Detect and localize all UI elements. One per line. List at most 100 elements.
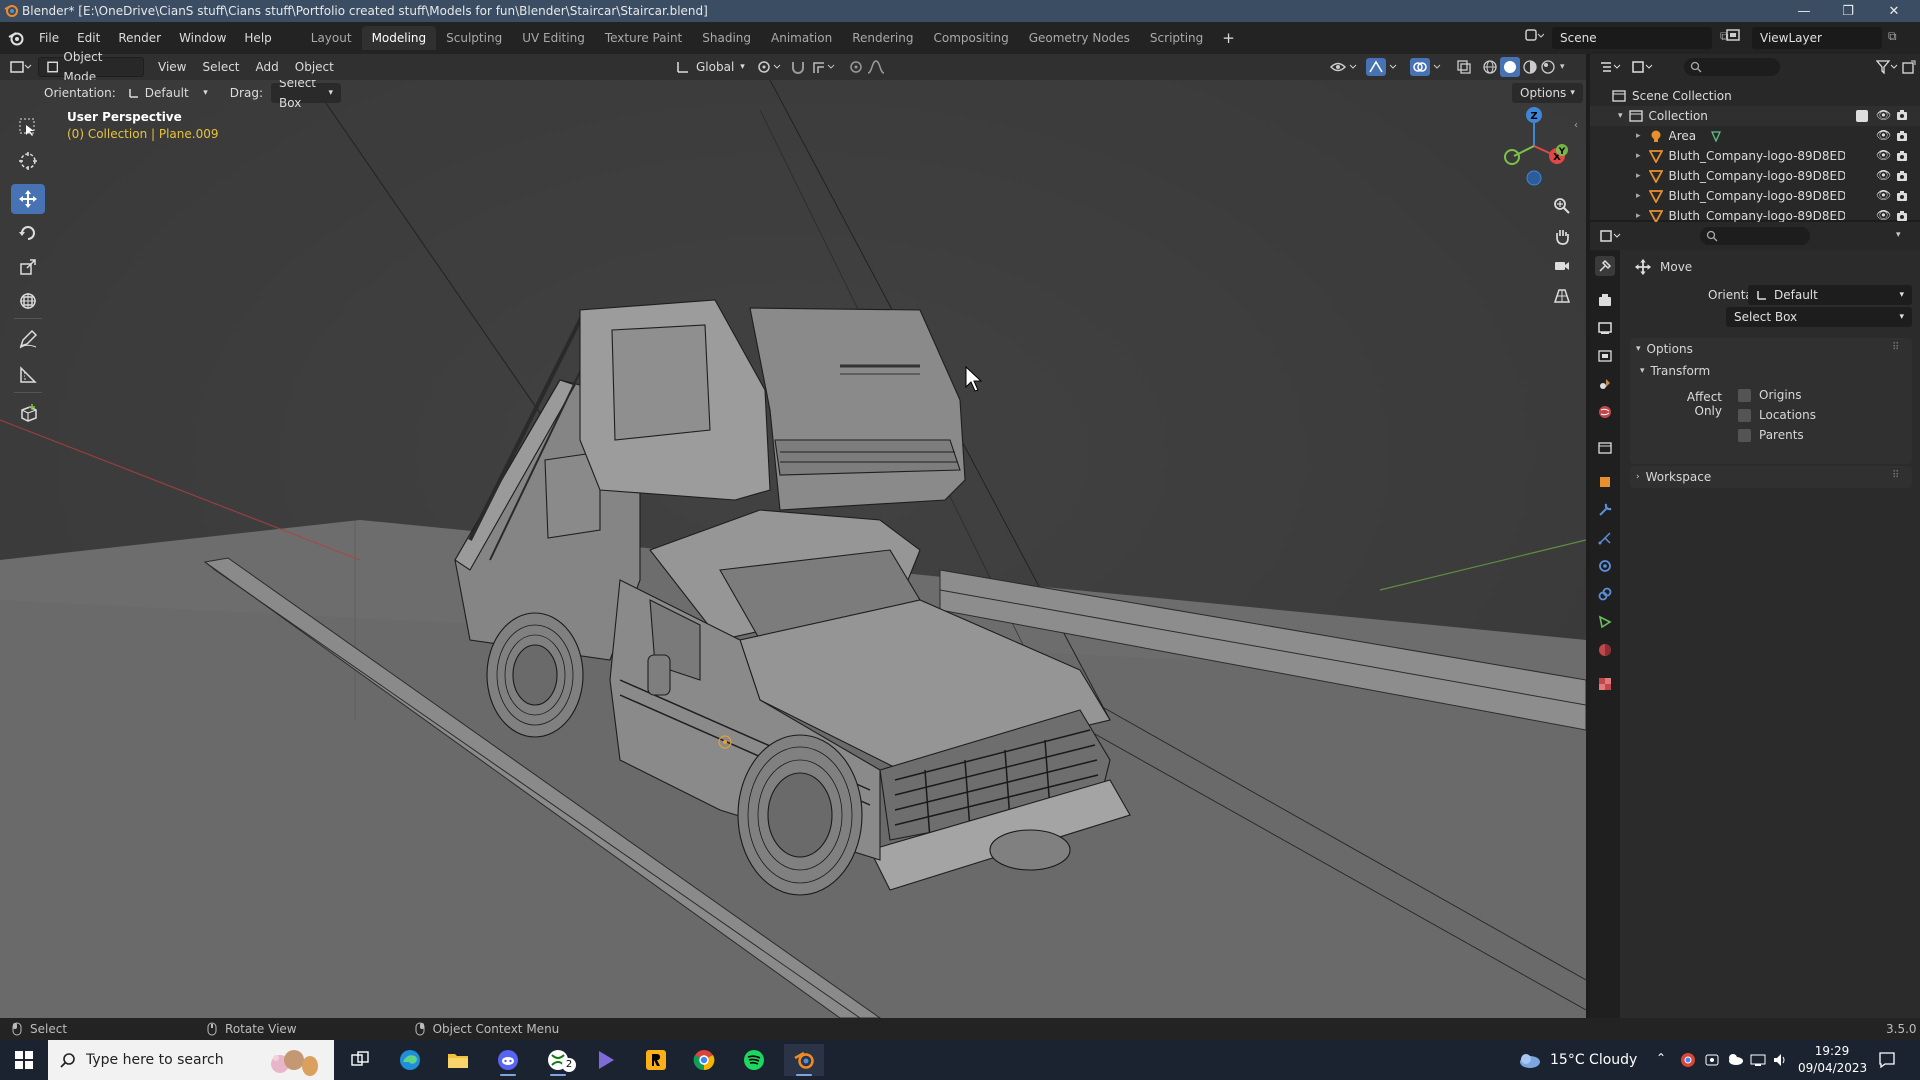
windows-start-icon[interactable] [4, 1044, 44, 1076]
visibility-eye-icon[interactable]: 👁 [1876, 208, 1891, 222]
data-tab-icon[interactable] [1595, 612, 1615, 632]
zoom-icon[interactable] [1548, 192, 1576, 220]
world-tab-icon[interactable] [1595, 402, 1615, 422]
collection-include-checkbox[interactable] [1856, 110, 1868, 122]
tab-animation[interactable]: Animation [761, 26, 842, 50]
outliner-item-expand-icon[interactable]: ▸ [1636, 211, 1641, 221]
object-tab-icon[interactable] [1595, 472, 1615, 492]
origins-checkbox[interactable]: Origins [1738, 388, 1802, 402]
menu-file[interactable]: File [30, 26, 68, 50]
modifier-tab-icon[interactable] [1595, 500, 1615, 520]
blender-taskbar-icon[interactable] [784, 1044, 824, 1076]
prop-drag-dropdown[interactable]: Select Box ▾ [1726, 307, 1912, 327]
menu-add[interactable]: Add [248, 57, 287, 77]
outliner-item[interactable]: ▸ Area 👁 [1590, 126, 1920, 146]
render-visibility-icon[interactable] [1896, 190, 1908, 202]
proportional-editing-icon[interactable] [848, 59, 864, 75]
outliner-item[interactable]: ▸ Bluth_Company-logo-89D8EDE128 👁 [1590, 166, 1920, 186]
outliner-search-input[interactable] [1684, 58, 1780, 76]
menu-window[interactable]: Window [170, 26, 235, 50]
overlays-toggle-icon[interactable] [1410, 58, 1446, 76]
properties-options-chevron-icon[interactable]: ▾ [1896, 230, 1901, 240]
scene-field[interactable]: Scene [1552, 27, 1712, 49]
outliner-item[interactable]: ▸ Bluth_Company-logo-89D8EDE128 👁 [1590, 186, 1920, 206]
material-preview-icon[interactable] [1522, 59, 1538, 75]
scene-tab-icon[interactable] [1595, 374, 1615, 394]
menu-view[interactable]: View [150, 57, 194, 77]
close-button[interactable]: ✕ [1872, 0, 1916, 22]
tray-chrome-icon[interactable] [1680, 1052, 1696, 1068]
output-tab-icon[interactable] [1595, 318, 1615, 338]
collection-eye-icon[interactable]: 👁 [1876, 108, 1891, 122]
tab-sculpting[interactable]: Sculpting [436, 26, 512, 50]
collection-expand-icon[interactable]: ▾ [1618, 111, 1623, 121]
tab-texture-paint[interactable]: Texture Paint [595, 26, 692, 50]
cursor-tool[interactable] [11, 146, 45, 176]
weather-widget[interactable]: 15°C Cloudy [1516, 1040, 1637, 1080]
gizmo-toggle-icon[interactable] [1366, 58, 1402, 76]
transform-subpanel-header[interactable]: ▾ Transform [1640, 360, 1912, 382]
workspace-panel-header[interactable]: › Workspace ⠿ [1630, 466, 1912, 488]
render-tab-icon[interactable] [1595, 290, 1615, 310]
menu-select[interactable]: Select [194, 57, 247, 77]
particles-tab-icon[interactable] [1595, 528, 1615, 548]
falloff-icon[interactable] [866, 59, 892, 75]
outliner-scene-collection[interactable]: Scene Collection [1590, 86, 1920, 106]
taskbar-clock-date[interactable]: 09/04/2023 [1798, 1061, 1867, 1075]
tab-compositing[interactable]: Compositing [923, 26, 1018, 50]
scene-selector-icon[interactable] [1524, 27, 1544, 43]
selectability-visibility-icon[interactable] [1330, 59, 1360, 75]
add-workspace-button[interactable]: + [1213, 26, 1244, 50]
rockstar-launcher-icon[interactable] [636, 1044, 676, 1076]
texture-tab-icon[interactable] [1595, 674, 1615, 694]
menu-object[interactable]: Object [287, 57, 342, 77]
outliner-editor-type-icon[interactable] [1600, 60, 1622, 74]
snap-icon[interactable] [790, 59, 806, 75]
camera-view-icon[interactable] [1548, 252, 1576, 280]
pivot-point-icon[interactable] [756, 59, 782, 75]
add-cube-tool[interactable] [11, 398, 45, 428]
collection-render-icon[interactable] [1896, 109, 1908, 121]
3d-viewport[interactable]: User Perspective (0) Collection | Plane.… [0, 80, 1586, 1018]
network-icon[interactable] [1750, 1052, 1766, 1068]
workspace-drag-handle-icon[interactable]: ⠿ [1892, 470, 1899, 481]
properties-editor-type-icon[interactable] [1600, 229, 1622, 243]
outliner-item-expand-icon[interactable]: ▸ [1636, 131, 1641, 141]
task-view-icon[interactable] [340, 1044, 380, 1076]
onedrive-icon[interactable] [1726, 1052, 1744, 1066]
render-visibility-icon[interactable] [1896, 170, 1908, 182]
parents-checkbox-box[interactable] [1738, 428, 1751, 442]
minimize-button[interactable]: — [1782, 0, 1826, 22]
view-layer-field[interactable]: ViewLayer [1752, 27, 1882, 49]
physics-tab-icon[interactable] [1595, 556, 1615, 576]
notifications-icon[interactable] [1878, 1051, 1896, 1069]
prop-orientation-dropdown[interactable]: Default ▾ [1748, 285, 1912, 305]
visibility-eye-icon[interactable]: 👁 [1876, 128, 1891, 142]
visibility-eye-icon[interactable]: 👁 [1876, 168, 1891, 182]
scale-tool[interactable] [11, 252, 45, 282]
visibility-eye-icon[interactable]: 👁 [1876, 148, 1891, 162]
solid-shading-button[interactable] [1500, 57, 1520, 77]
parents-checkbox[interactable]: Parents [1738, 428, 1804, 442]
edge-browser-icon[interactable] [390, 1044, 430, 1076]
rendered-shading-icon[interactable] [1540, 59, 1556, 75]
wireframe-shading-icon[interactable] [1482, 59, 1498, 75]
blender-menu-icon[interactable] [8, 30, 24, 46]
locations-checkbox[interactable]: Locations [1738, 408, 1816, 422]
render-visibility-icon[interactable] [1896, 130, 1908, 142]
outliner-item-expand-icon[interactable]: ▸ [1636, 171, 1641, 181]
new-view-layer-icon[interactable]: ⧉ [1888, 29, 1897, 44]
pan-hand-icon[interactable] [1548, 222, 1576, 250]
menu-help[interactable]: Help [235, 26, 280, 50]
select-box-tool[interactable] [11, 112, 45, 142]
sidebar-toggle-icon[interactable]: ‹ [1574, 120, 1578, 131]
tool-drag-dropdown[interactable]: Select Box ▾ [270, 80, 341, 110]
outliner-collection[interactable]: ▾ Collection 👁 [1590, 106, 1920, 126]
outliner-item-expand-icon[interactable]: ▸ [1636, 151, 1641, 161]
discord-icon[interactable] [488, 1044, 528, 1076]
xbox-app-icon[interactable]: 2 [538, 1044, 578, 1076]
options-panel-header[interactable]: ▾ Options ⠿ [1630, 338, 1912, 360]
xray-toggle-icon[interactable] [1456, 59, 1472, 75]
taskbar-clock-time[interactable]: 19:29 [1804, 1044, 1860, 1058]
transform-orientation-dropdown[interactable]: Global ▾ [668, 57, 753, 77]
